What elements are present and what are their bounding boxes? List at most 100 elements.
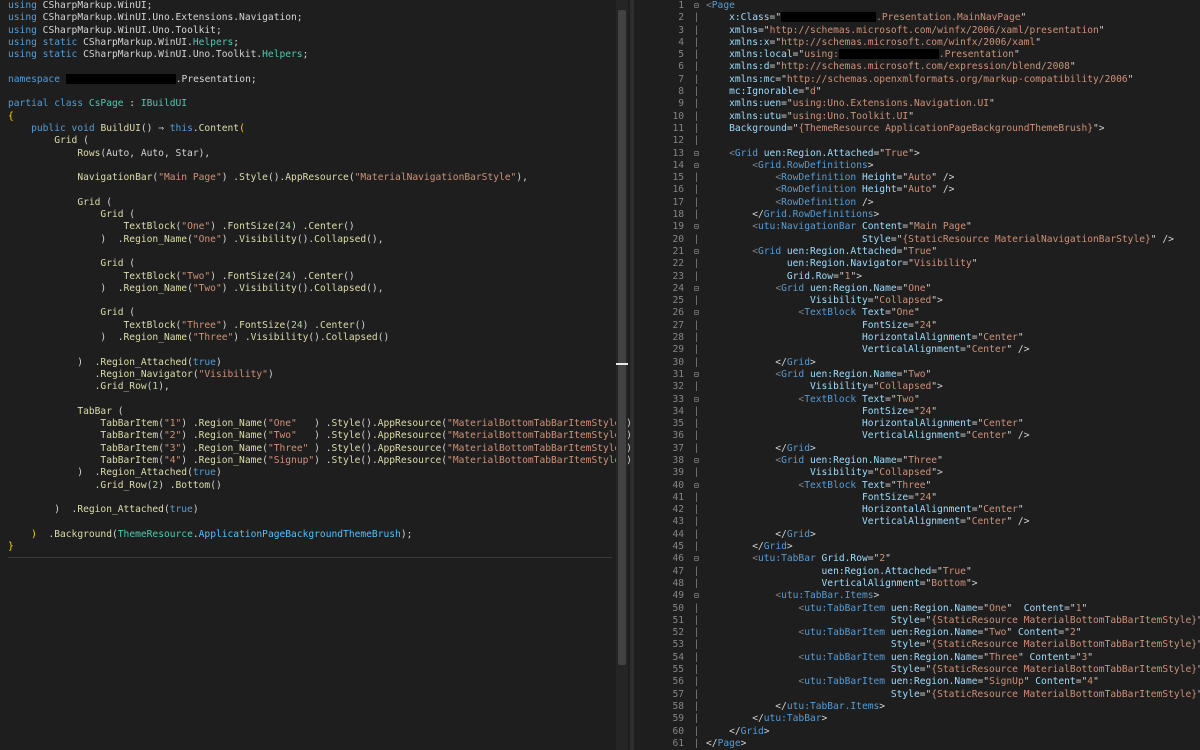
csharp-code-line[interactable]: public void BuildUI() ⇒ this.Content( [8, 123, 630, 135]
csharp-code-line[interactable]: Rows(Auto, Auto, Star), [8, 148, 630, 160]
xaml-editor-pane[interactable]: 1 2 3 4 5 6 7 8 9 10 11 12 13 14 15 16 17 18 19 20 21 22 23 24 2… [634, 0, 1200, 750]
collapse-icon[interactable]: ⊟ [694, 148, 704, 160]
xaml-code-line[interactable]: FontSize="24" [706, 492, 1200, 504]
csharp-code-line[interactable]: namespace .Presentation; [8, 73, 630, 86]
csharp-code-line[interactable]: TabBarItem("4") .Region_Name("Signup") .… [8, 455, 630, 467]
collapse-icon[interactable]: ⊟ [694, 221, 704, 233]
xaml-code-line[interactable]: xmlns:mc="http://schemas.openxmlformats.… [706, 74, 1200, 86]
csharp-code-line[interactable] [8, 246, 630, 258]
xaml-code-line[interactable]: <Grid uen:Region.Name="Two" [706, 369, 1200, 381]
xaml-code-line[interactable] [706, 135, 1200, 147]
csharp-code-line[interactable]: } [8, 541, 630, 553]
csharp-code-line[interactable]: using CSharpMarkup.WinUI.Uno.Toolkit; [8, 25, 630, 37]
csharp-code-line[interactable]: Grid ( [8, 135, 630, 147]
xaml-code-area[interactable]: <Page x:Class=" .Presentation.MainNavPage… [706, 0, 1200, 750]
xaml-code-line[interactable]: </Grid.RowDefinitions> [706, 209, 1200, 221]
xaml-code-line[interactable]: xmlns:uen="using:Uno.Extensions.Navigati… [706, 98, 1200, 110]
xaml-code-line[interactable]: <utu:TabBarItem uen:Region.Name="One" Co… [706, 603, 1200, 615]
csharp-code-line[interactable]: using static CSharpMarkup.WinUI.Uno.Tool… [8, 49, 630, 61]
csharp-editor-pane[interactable]: using CSharpMarkup.WinUI; using CSharpMar… [0, 0, 630, 750]
csharp-code-line[interactable]: ) .Region_Name("Three") .Visibility().Co… [8, 332, 630, 344]
xaml-code-line[interactable]: <RowDefinition /> [706, 197, 1200, 209]
csharp-code-line[interactable]: TabBarItem("2") .Region_Name("Two" ) .St… [8, 430, 630, 442]
csharp-code-line[interactable]: Grid ( [8, 307, 630, 319]
xaml-code-line[interactable]: xmlns:utu="using:Uno.Toolkit.UI" [706, 111, 1200, 123]
csharp-code-line[interactable] [8, 344, 630, 356]
collapse-icon[interactable]: ⊟ [694, 394, 704, 406]
csharp-code-line[interactable]: using CSharpMarkup.WinUI.Uno.Extensions.… [8, 12, 630, 24]
xaml-code-line[interactable]: uen:Region.Navigator="Visibility" [706, 258, 1200, 270]
xaml-code-line[interactable]: Visibility="Collapsed"> [706, 381, 1200, 393]
csharp-code-line[interactable]: .Region_Navigator("Visibility") [8, 369, 630, 381]
csharp-code-line[interactable]: partial class CsPage : IBuildUI [8, 98, 630, 110]
xaml-code-line[interactable]: <Grid uen:Region.Attached="True" [706, 246, 1200, 258]
csharp-code-line[interactable]: ) .Region_Attached(true) [8, 467, 630, 479]
collapse-icon[interactable]: ⊟ [694, 455, 704, 467]
xaml-code-line[interactable]: <utu:NavigationBar Content="Main Page" [706, 221, 1200, 233]
csharp-code-line[interactable] [8, 295, 630, 307]
xaml-code-line[interactable]: <Grid uen:Region.Attached="True"> [706, 148, 1200, 160]
xaml-code-line[interactable]: <Grid.RowDefinitions> [706, 160, 1200, 172]
xaml-code-line[interactable]: <TextBlock Text="Three" [706, 480, 1200, 492]
collapse-icon[interactable]: ⊟ [694, 160, 704, 172]
csharp-code-line[interactable]: ) .Region_Name("One") .Visibility().Coll… [8, 234, 630, 246]
xaml-code-line[interactable]: Style="{StaticResource MaterialNavigatio… [706, 234, 1200, 246]
xaml-code-line[interactable]: </Page> [706, 738, 1200, 750]
xaml-code-line[interactable]: Visibility="Collapsed"> [706, 295, 1200, 307]
csharp-code-line[interactable]: TabBar ( [8, 406, 630, 418]
left-vertical-scrollbar[interactable] [616, 0, 628, 750]
csharp-code-line[interactable] [8, 492, 630, 504]
csharp-code-line[interactable] [8, 184, 630, 196]
collapse-icon[interactable]: ⊟ [694, 283, 704, 295]
xaml-code-line[interactable]: <Grid uen:Region.Name="Three" [706, 455, 1200, 467]
xaml-code-line[interactable]: xmlns:x="http://schemas.microsoft.com/wi… [706, 37, 1200, 49]
xaml-code-line[interactable]: </utu:TabBar> [706, 713, 1200, 725]
csharp-code-line[interactable]: TextBlock("Three") .FontSize(24) .Center… [8, 320, 630, 332]
csharp-code-line[interactable]: .Grid_Row(1), [8, 381, 630, 393]
xaml-code-line[interactable]: <utu:TabBarItem uen:Region.Name="Three" … [706, 652, 1200, 664]
collapse-icon[interactable]: ⊟ [694, 369, 704, 381]
xaml-code-line[interactable]: xmlns:d="http://schemas.microsoft.com/ex… [706, 61, 1200, 73]
xaml-code-line[interactable]: xmlns="http://schemas.microsoft.com/winf… [706, 25, 1200, 37]
collapse-icon[interactable]: ⊟ [694, 246, 704, 258]
xaml-code-line[interactable]: Style="{StaticResource MaterialBottomTab… [706, 689, 1200, 701]
xaml-code-line[interactable]: VerticalAlignment="Bottom"> [706, 578, 1200, 590]
csharp-code-line[interactable] [8, 394, 630, 406]
xaml-code-line[interactable]: </Grid> [706, 529, 1200, 541]
csharp-code-line[interactable]: Grid ( [8, 209, 630, 221]
xaml-code-line[interactable]: </Grid> [706, 541, 1200, 553]
xaml-code-line[interactable]: <TextBlock Text="One" [706, 307, 1200, 319]
xaml-code-line[interactable]: <Grid uen:Region.Name="One" [706, 283, 1200, 295]
xaml-code-line[interactable]: HorizontalAlignment="Center" [706, 504, 1200, 516]
xaml-code-line[interactable]: FontSize="24" [706, 320, 1200, 332]
xaml-code-line[interactable]: VerticalAlignment="Center" /> [706, 430, 1200, 442]
xaml-code-line[interactable]: HorizontalAlignment="Center" [706, 332, 1200, 344]
csharp-code-line[interactable]: using static CSharpMarkup.WinUI.Helpers; [8, 37, 630, 49]
xaml-code-line[interactable]: Style="{StaticResource MaterialBottomTab… [706, 615, 1200, 627]
collapse-icon[interactable]: ⊟ [694, 590, 704, 602]
xaml-code-line[interactable]: VerticalAlignment="Center" /> [706, 344, 1200, 356]
xaml-code-line[interactable]: uen:Region.Attached="True" [706, 566, 1200, 578]
csharp-code-line[interactable]: TextBlock("One") .FontSize(24) .Center() [8, 221, 630, 233]
xaml-code-line[interactable]: <utu:TabBarItem uen:Region.Name="Two" Co… [706, 627, 1200, 639]
csharp-code-line[interactable] [8, 516, 630, 528]
csharp-code-line[interactable]: ) .Region_Attached(true) [8, 504, 630, 516]
csharp-code-line[interactable]: TextBlock("Two") .FontSize(24) .Center() [8, 271, 630, 283]
csharp-code-area[interactable]: using CSharpMarkup.WinUI; using CSharpMar… [8, 0, 630, 553]
csharp-code-line[interactable]: Grid ( [8, 258, 630, 270]
xaml-code-line[interactable]: </Grid> [706, 443, 1200, 455]
csharp-code-line[interactable]: ) .Background(ThemeResource.ApplicationP… [8, 529, 630, 541]
xaml-code-line[interactable]: <RowDefinition Height="Auto" /> [706, 184, 1200, 196]
fold-margin[interactable]: ⊟ │ │ │ │ │ │ │ │ │ │ │ ⊟ ⊟ │ │ │ │ ⊟ │ ⊟ │ │ ⊟ │ ⊟ │ │ │ │ ⊟ │ ⊟ │ │ │ │ ⊟ │ ⊟… [694, 0, 704, 750]
collapse-icon[interactable]: ⊟ [694, 553, 704, 565]
xaml-code-line[interactable]: xmlns:local="using: .Presentation" [706, 49, 1200, 61]
csharp-code-line[interactable]: NavigationBar("Main Page") .Style().AppR… [8, 172, 630, 184]
xaml-code-line[interactable]: <RowDefinition Height="Auto" /> [706, 172, 1200, 184]
csharp-code-line[interactable]: { [8, 111, 630, 123]
csharp-code-line[interactable]: ) .Region_Attached(true) [8, 357, 630, 369]
csharp-code-line[interactable]: TabBarItem("3") .Region_Name("Three" ) .… [8, 443, 630, 455]
xaml-code-line[interactable]: HorizontalAlignment="Center" [706, 418, 1200, 430]
xaml-code-line[interactable]: <Page [706, 0, 1200, 12]
csharp-code-line[interactable]: ) .Region_Name("Two") .Visibility().Coll… [8, 283, 630, 295]
xaml-code-line[interactable]: </Grid> [706, 357, 1200, 369]
